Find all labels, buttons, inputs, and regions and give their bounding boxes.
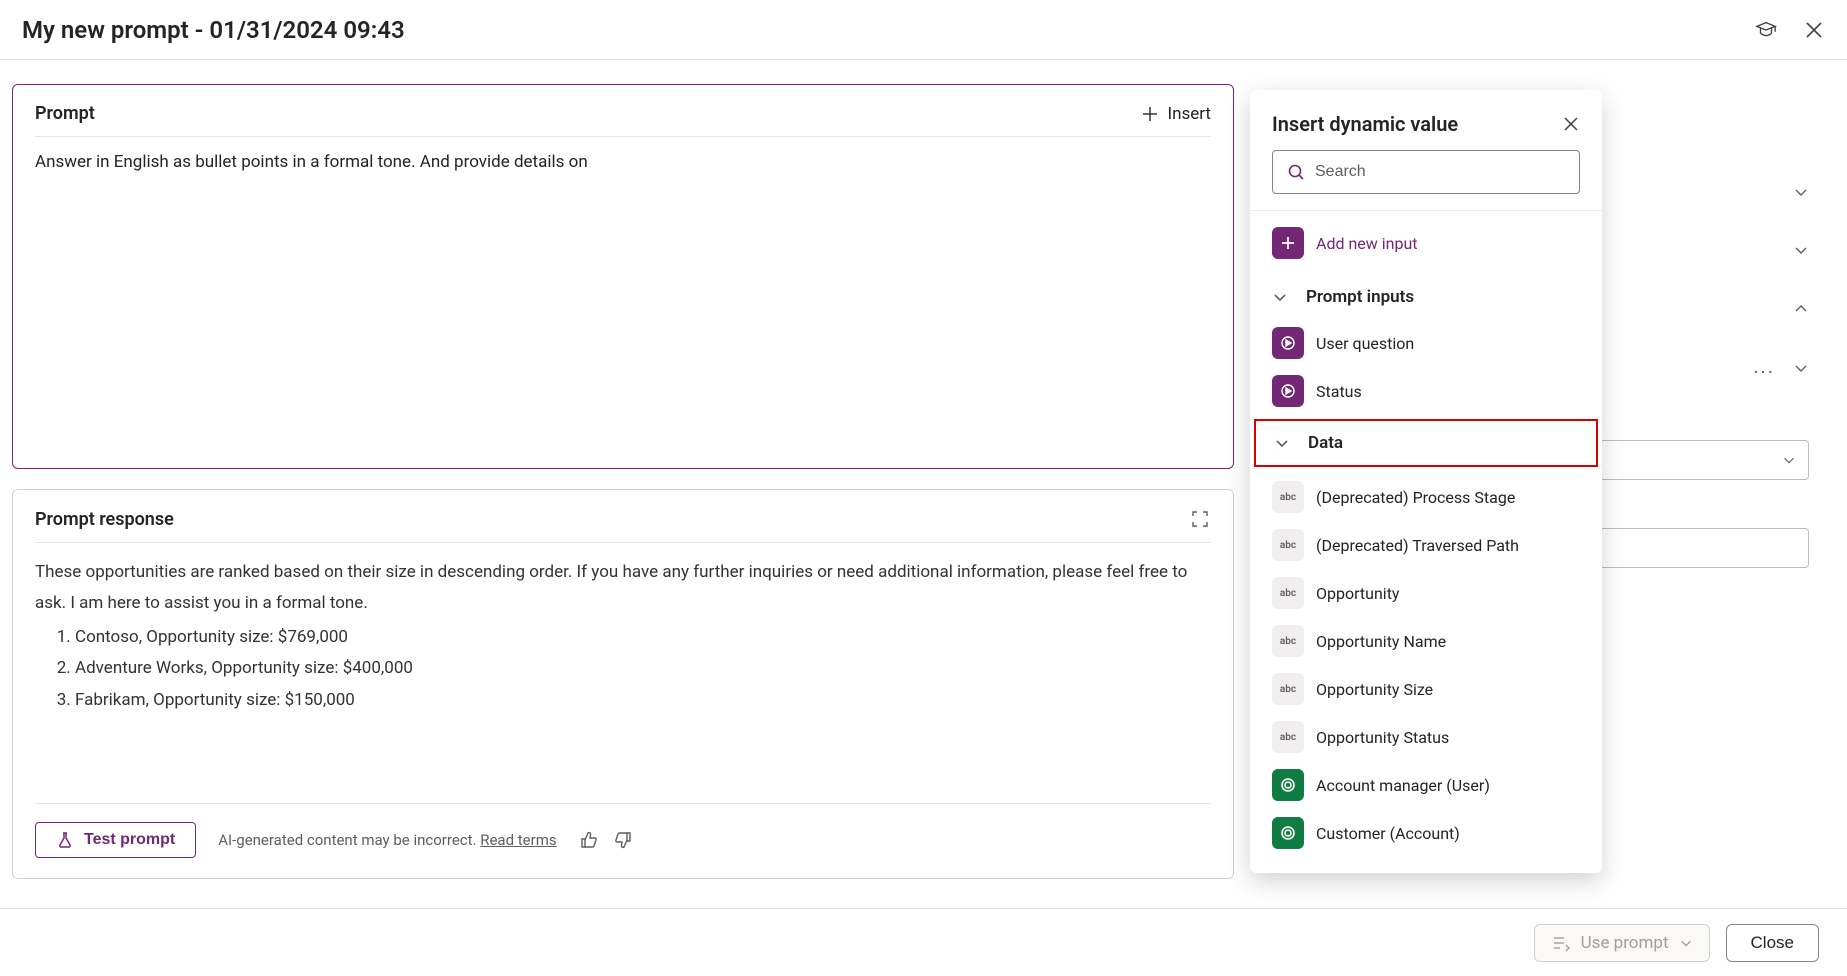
input-icon [1272, 375, 1304, 407]
item-label: Opportunity Status [1316, 728, 1449, 747]
plus-icon [1272, 227, 1304, 259]
response-card-title: Prompt response [35, 509, 1189, 530]
section-data[interactable]: Data [1254, 419, 1598, 467]
modal-footer: Use prompt Close [0, 908, 1847, 976]
dynamic-value-item[interactable]: Status [1250, 367, 1602, 415]
chevron-down-icon [1272, 289, 1288, 305]
close-icon[interactable] [1562, 115, 1580, 133]
item-label: Opportunity Name [1316, 632, 1446, 651]
plus-icon [1141, 105, 1159, 123]
prompt-text[interactable]: Answer in English as bullet points in a … [35, 151, 1211, 448]
add-new-input-button[interactable]: Add new input [1250, 211, 1602, 275]
chevron-down-icon[interactable] [1793, 360, 1809, 384]
section-prompt-inputs[interactable]: Prompt inputs [1250, 275, 1602, 319]
fullscreen-icon[interactable] [1189, 508, 1211, 530]
dynamic-value-item[interactable]: abc Opportunity Name [1250, 617, 1602, 665]
text-field-icon: abc [1272, 721, 1304, 753]
item-label: Opportunity Size [1316, 680, 1433, 699]
read-terms-link[interactable]: Read terms [480, 831, 556, 849]
search-icon [1287, 163, 1305, 181]
modal-header: My new prompt - 01/31/2024 09:43 [0, 0, 1847, 60]
input-icon [1272, 327, 1304, 359]
test-prompt-button[interactable]: Test prompt [35, 822, 196, 858]
search-input-wrapper[interactable] [1272, 150, 1580, 194]
text-field-icon: abc [1272, 625, 1304, 657]
text-field-icon: abc [1272, 673, 1304, 705]
popup-title: Insert dynamic value [1272, 112, 1458, 136]
learn-icon[interactable] [1755, 19, 1777, 41]
search-input[interactable] [1315, 163, 1565, 181]
item-label: User question [1316, 334, 1414, 353]
list-item: Fabrikam, Opportunity size: $150,000 [75, 685, 1211, 716]
text-field-icon: abc [1272, 577, 1304, 609]
section-label: Data [1308, 433, 1343, 453]
dynamic-value-item[interactable]: abc (Deprecated) Process Stage [1250, 473, 1602, 521]
chevron-up-icon[interactable] [1793, 300, 1809, 316]
dynamic-value-item[interactable]: abc (Deprecated) Traversed Path [1250, 521, 1602, 569]
chevron-down-icon [1679, 936, 1693, 950]
thumbs-down-icon[interactable] [613, 830, 633, 850]
more-icon[interactable]: ··· [1753, 360, 1775, 384]
list-item: Adventure Works, Opportunity size: $400,… [75, 653, 1211, 684]
insert-label: Insert [1167, 104, 1211, 124]
dynamic-value-item[interactable]: Account manager (User) [1250, 761, 1602, 809]
test-prompt-label: Test prompt [84, 831, 175, 849]
dynamic-value-item[interactable]: abc Opportunity Size [1250, 665, 1602, 713]
insert-button[interactable]: Insert [1141, 104, 1211, 124]
chevron-down-icon[interactable] [1793, 184, 1809, 200]
section-label: Prompt inputs [1306, 287, 1414, 307]
item-label: Status [1316, 382, 1362, 401]
list-item: Contoso, Opportunity size: $769,000 [75, 622, 1211, 653]
insert-dynamic-value-popup: Insert dynamic value Add new input [1250, 90, 1602, 873]
close-button[interactable]: Close [1726, 924, 1819, 962]
ai-disclaimer: AI-generated content may be incorrect. R… [218, 831, 556, 849]
use-prompt-icon [1551, 933, 1571, 953]
beaker-icon [56, 831, 74, 849]
page-title: My new prompt - 01/31/2024 09:43 [22, 16, 1755, 44]
lookup-icon [1272, 817, 1304, 849]
chevron-down-icon [1274, 435, 1290, 451]
response-body: These opportunities are ranked based on … [35, 557, 1211, 785]
dynamic-value-item[interactable]: abc Opportunity Status [1250, 713, 1602, 761]
close-icon[interactable] [1803, 19, 1825, 41]
prompt-card: Prompt Insert Answer in English as bulle… [12, 84, 1234, 469]
item-label: (Deprecated) Process Stage [1316, 488, 1515, 507]
text-field-icon: abc [1272, 529, 1304, 561]
dynamic-value-item[interactable]: Customer (Account) [1250, 809, 1602, 857]
divider [35, 542, 1211, 543]
divider [35, 136, 1211, 137]
item-label: Opportunity [1316, 584, 1400, 603]
lookup-icon [1272, 769, 1304, 801]
text-field-icon: abc [1272, 481, 1304, 513]
thumbs-up-icon[interactable] [579, 830, 599, 850]
response-list: Contoso, Opportunity size: $769,000 Adve… [35, 622, 1211, 716]
use-prompt-button[interactable]: Use prompt [1534, 924, 1710, 962]
item-label: Account manager (User) [1316, 776, 1490, 795]
use-prompt-label: Use prompt [1581, 933, 1669, 953]
dynamic-value-item[interactable]: User question [1250, 319, 1602, 367]
item-label: Customer (Account) [1316, 824, 1460, 843]
response-card: Prompt response These opportunities are … [12, 489, 1234, 879]
add-new-label: Add new input [1316, 234, 1418, 253]
item-label: (Deprecated) Traversed Path [1316, 536, 1519, 555]
chevron-down-icon[interactable] [1793, 242, 1809, 258]
response-intro: These opportunities are ranked based on … [35, 557, 1211, 620]
dynamic-value-item[interactable]: abc Opportunity [1250, 569, 1602, 617]
prompt-card-title: Prompt [35, 103, 1141, 124]
